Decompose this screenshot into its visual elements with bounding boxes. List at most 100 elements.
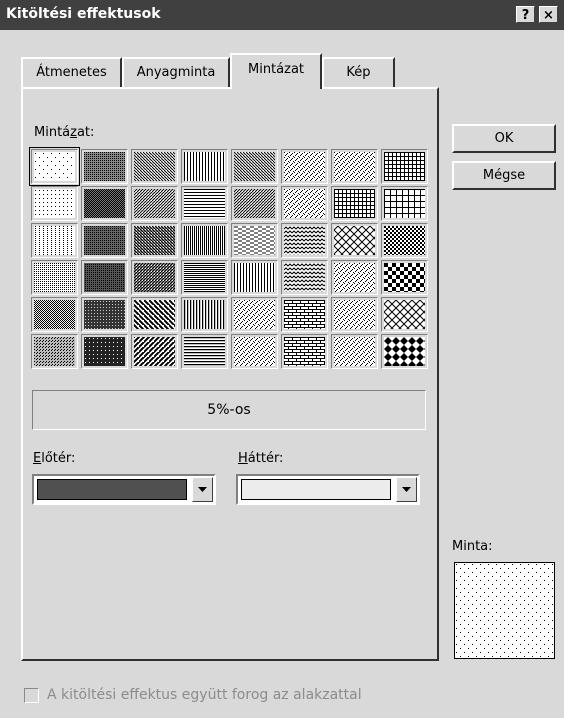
- pattern-swatch[interactable]: [231, 186, 278, 221]
- pattern-swatch-graphic: [384, 337, 425, 366]
- selected-pattern-name: 5%-os: [32, 390, 426, 430]
- pattern-swatch[interactable]: [231, 297, 278, 332]
- pattern-swatch[interactable]: [281, 186, 328, 221]
- pattern-swatch[interactable]: [381, 260, 428, 295]
- ok-button[interactable]: OK: [452, 124, 556, 153]
- pattern-swatch[interactable]: [29, 147, 80, 186]
- pattern-swatch[interactable]: [231, 334, 278, 369]
- title-bar: Kitöltési effektusok ? ×: [0, 0, 564, 30]
- window-title: Kitöltési effektusok: [6, 6, 161, 22]
- pattern-swatch[interactable]: [81, 223, 128, 258]
- pattern-swatch[interactable]: [281, 297, 328, 332]
- pattern-swatch-graphic: [384, 226, 425, 255]
- cancel-button[interactable]: Mégse: [452, 161, 556, 190]
- pattern-swatch[interactable]: [231, 223, 278, 258]
- pattern-swatch[interactable]: [31, 186, 78, 221]
- pattern-swatch[interactable]: [181, 297, 228, 332]
- fill-effects-dialog: Kitöltési effektusok ? × Átmenetes Anyag…: [0, 0, 564, 718]
- pattern-swatch[interactable]: [81, 186, 128, 221]
- pattern-swatch[interactable]: [281, 149, 328, 184]
- pattern-swatch[interactable]: [181, 186, 228, 221]
- pattern-swatch[interactable]: [81, 260, 128, 295]
- pattern-swatch[interactable]: [81, 334, 128, 369]
- pattern-swatch-graphic: [384, 300, 425, 329]
- pattern-swatch[interactable]: [131, 297, 178, 332]
- pattern-swatch-graphic: [284, 300, 325, 329]
- pattern-swatch[interactable]: [331, 260, 378, 295]
- tab-pattern[interactable]: Mintázat: [230, 53, 322, 89]
- rotate-with-shape-checkbox[interactable]: [24, 688, 39, 703]
- pattern-swatch-graphic: [184, 263, 225, 292]
- pattern-swatch[interactable]: [181, 149, 228, 184]
- pattern-swatch[interactable]: [81, 149, 128, 184]
- pattern-swatch[interactable]: [331, 149, 378, 184]
- rotate-with-shape-label: A kitöltési effektus együtt forog az ala…: [47, 687, 362, 703]
- pattern-swatch[interactable]: [181, 334, 228, 369]
- pattern-swatch[interactable]: [131, 260, 178, 295]
- pattern-swatch-graphic: [134, 263, 175, 292]
- pattern-swatch[interactable]: [381, 297, 428, 332]
- pattern-swatch[interactable]: [331, 297, 378, 332]
- tab-picture[interactable]: Kép: [322, 57, 395, 87]
- pattern-swatch[interactable]: [381, 223, 428, 258]
- close-button[interactable]: ×: [539, 6, 558, 23]
- pattern-swatch[interactable]: [281, 334, 328, 369]
- pattern-swatch-graphic: [384, 263, 425, 292]
- pattern-swatch[interactable]: [31, 297, 78, 332]
- pattern-swatch[interactable]: [381, 186, 428, 221]
- pattern-swatch-graphic: [234, 152, 275, 181]
- pattern-swatch-graphic: [84, 263, 125, 292]
- tab-texture[interactable]: Anyagminta: [122, 57, 230, 87]
- preview-label: Minta:: [452, 539, 493, 554]
- pattern-swatch-graphic: [234, 300, 275, 329]
- pattern-swatch[interactable]: [331, 186, 378, 221]
- pattern-swatch[interactable]: [331, 334, 378, 369]
- pattern-preview: [454, 562, 555, 659]
- pattern-grid: [29, 147, 429, 371]
- pattern-swatch[interactable]: [131, 186, 178, 221]
- pattern-swatch[interactable]: [131, 334, 178, 369]
- pattern-swatch-graphic: [384, 152, 425, 181]
- foreground-color-swatch: [37, 479, 187, 500]
- pattern-swatch-graphic: [134, 300, 175, 329]
- pattern-swatch[interactable]: [181, 260, 228, 295]
- tab-gradient[interactable]: Átmenetes: [21, 57, 122, 87]
- pattern-swatch-graphic: [134, 189, 175, 218]
- pattern-swatch-graphic: [334, 152, 375, 181]
- pattern-swatch-graphic: [84, 189, 125, 218]
- pattern-swatch[interactable]: [181, 223, 228, 258]
- pattern-swatch-graphic: [334, 337, 375, 366]
- pattern-swatch[interactable]: [381, 334, 428, 369]
- pattern-swatch[interactable]: [81, 297, 128, 332]
- pattern-swatch[interactable]: [331, 223, 378, 258]
- chevron-down-icon[interactable]: [192, 477, 213, 502]
- pattern-swatch-graphic: [184, 226, 225, 255]
- background-color-select[interactable]: [236, 474, 420, 505]
- pattern-swatch-graphic: [234, 226, 275, 255]
- pattern-swatch[interactable]: [31, 223, 78, 258]
- pattern-swatch-graphic: [34, 263, 75, 292]
- help-button[interactable]: ?: [516, 6, 535, 23]
- pattern-swatch[interactable]: [281, 223, 328, 258]
- pattern-swatch[interactable]: [231, 260, 278, 295]
- pattern-swatch-graphic: [334, 189, 375, 218]
- pattern-swatch-graphic: [334, 300, 375, 329]
- pattern-swatch-graphic: [284, 263, 325, 292]
- chevron-down-icon[interactable]: [396, 477, 417, 502]
- pattern-swatch-graphic: [34, 300, 75, 329]
- pattern-swatch-graphic: [134, 226, 175, 255]
- foreground-color-select[interactable]: [32, 474, 216, 505]
- pattern-swatch[interactable]: [231, 149, 278, 184]
- pattern-swatch[interactable]: [131, 149, 178, 184]
- pattern-swatch[interactable]: [381, 149, 428, 184]
- pattern-swatch-graphic: [184, 337, 225, 366]
- pattern-swatch-graphic: [284, 337, 325, 366]
- pattern-swatch[interactable]: [31, 260, 78, 295]
- pattern-swatch[interactable]: [131, 223, 178, 258]
- pattern-swatch[interactable]: [281, 260, 328, 295]
- pattern-swatch[interactable]: [31, 334, 78, 369]
- pattern-swatch-graphic: [84, 300, 125, 329]
- pattern-label: Mintázat:: [34, 125, 95, 140]
- pattern-swatch-graphic: [284, 152, 325, 181]
- pattern-swatch-graphic: [184, 300, 225, 329]
